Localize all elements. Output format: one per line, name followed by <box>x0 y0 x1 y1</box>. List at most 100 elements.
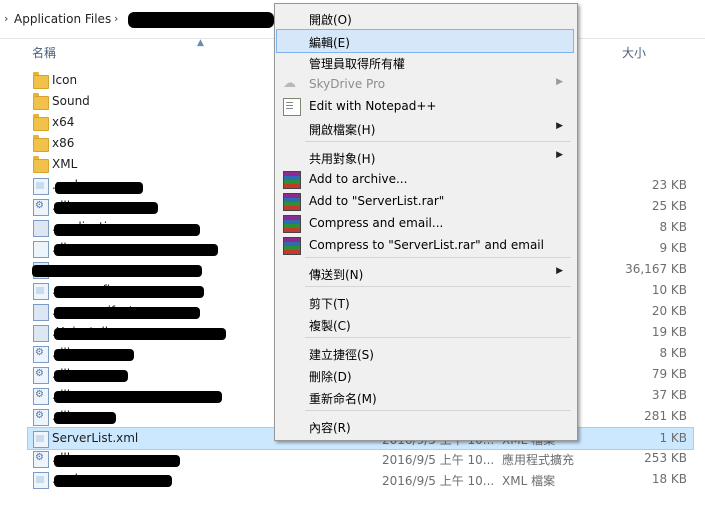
file-size: 8 KB <box>659 346 687 360</box>
dll-file-icon <box>33 388 49 405</box>
context-menu: 開啟(O) 編輯(E) 管理員取得所有權 ☁ SkyDrive Pro ▶ Edit wit… <box>274 3 578 441</box>
menu-item-label: Add to "ServerList.rar" <box>309 194 445 208</box>
file-size: 9 KB <box>659 241 687 255</box>
menu-item-add-to-archive[interactable]: Add to archive... <box>277 168 573 190</box>
menu-item-label: 管理員取得所有權 <box>309 57 406 71</box>
menu-item-compress-to-rar-and-email[interactable]: Compress to "ServerList.rar" and email <box>277 234 573 256</box>
menu-item-label: 內容(R) <box>309 421 351 435</box>
menu-item-add-to-serverlist-rar[interactable]: Add to "ServerList.rar" <box>277 190 573 212</box>
dll-file-icon <box>33 199 49 216</box>
file-size: 20 KB <box>651 304 687 318</box>
menu-item-label: 複製(C) <box>309 319 351 333</box>
file-type: 應用程式擴充 <box>502 453 575 467</box>
menu-item-label: 傳送到(N) <box>309 268 364 282</box>
redacted-file-name <box>54 224 200 236</box>
dll-file-icon <box>33 367 49 384</box>
menu-item-rename[interactable]: 重新命名(M) <box>277 386 573 408</box>
redacted-file-name <box>32 265 202 277</box>
breadcrumb-chevron-icon[interactable]: › <box>4 12 8 25</box>
menu-item-create-shortcut[interactable]: 建立捷徑(S) <box>277 342 573 364</box>
menu-separator <box>305 257 571 258</box>
menu-item-take-ownership[interactable]: 管理員取得所有權 <box>277 51 573 73</box>
menu-item-open-with[interactable]: 開啟檔案(H) ▶ <box>277 117 573 139</box>
menu-item-label: Compress and email... <box>309 216 444 230</box>
file-size: 8 KB <box>659 220 687 234</box>
winrar-icon <box>283 237 301 255</box>
file-name: x86 <box>52 136 75 150</box>
breadcrumb-chevron-icon[interactable]: › <box>114 12 118 25</box>
menu-separator <box>305 410 571 411</box>
redacted-file-name <box>54 307 200 319</box>
redacted-file-name <box>54 391 222 403</box>
file-size: 19 KB <box>651 325 687 339</box>
executable-file-icon <box>33 220 49 237</box>
file-name: ServerList.xml <box>52 431 139 445</box>
menu-item-properties[interactable]: 內容(R) <box>277 415 573 437</box>
menu-item-skydrive-pro: ☁ SkyDrive Pro ▶ <box>277 73 573 95</box>
menu-separator <box>305 286 571 287</box>
executable-file-icon <box>33 325 49 342</box>
submenu-arrow-icon: ▶ <box>556 121 563 131</box>
breadcrumb-application-files[interactable]: Application Files <box>14 12 111 26</box>
menu-item-edit[interactable]: 編輯(E) <box>276 29 574 53</box>
redacted-folder-name <box>128 12 274 28</box>
menu-item-copy[interactable]: 複製(C) <box>277 313 573 335</box>
menu-item-label: 刪除(D) <box>309 370 352 384</box>
redacted-file-name <box>54 202 158 214</box>
menu-item-label: Compress to "ServerList.rar" and email <box>309 238 544 252</box>
file-date: 2016/9/5 上午 10... <box>382 474 495 488</box>
menu-separator <box>305 337 571 338</box>
folder-icon <box>33 114 49 131</box>
menu-item-label: 重新命名(M) <box>309 392 377 406</box>
redacted-file-name <box>54 328 226 340</box>
file-name: Sound <box>52 94 90 108</box>
xml-file-icon <box>33 283 49 300</box>
sort-ascending-icon: ▲ <box>197 38 204 48</box>
menu-item-edit-with-notepad[interactable]: Edit with Notepad++ <box>277 95 573 117</box>
menu-item-label: Edit with Notepad++ <box>309 99 437 113</box>
menu-item-cut[interactable]: 剪下(T) <box>277 291 573 313</box>
dll-file-icon <box>33 409 49 426</box>
file-size: 23 KB <box>651 178 687 192</box>
menu-item-label: 共用對象(H) <box>309 152 376 166</box>
menu-separator <box>305 141 571 142</box>
file-icon <box>33 241 49 258</box>
folder-icon <box>33 72 49 89</box>
submenu-arrow-icon: ▶ <box>556 266 563 276</box>
menu-item-send-to[interactable]: 傳送到(N) ▶ <box>277 262 573 284</box>
file-name: XML <box>52 157 78 171</box>
redacted-file-name <box>54 370 128 382</box>
menu-item-open[interactable]: 開啟(O) <box>277 7 573 29</box>
redacted-file-name <box>54 412 116 424</box>
executable-file-icon <box>33 304 49 321</box>
menu-item-label: 建立捷徑(S) <box>309 348 374 362</box>
menu-item-label: 剪下(T) <box>309 297 350 311</box>
file-name: x64 <box>52 115 75 129</box>
file-size: 1 KB <box>659 431 687 445</box>
winrar-icon <box>283 171 301 189</box>
menu-item-label: 開啟(O) <box>309 13 352 27</box>
file-type: XML 檔案 <box>502 474 556 488</box>
redacted-file-name <box>54 286 204 298</box>
menu-item-label: Add to archive... <box>309 172 408 186</box>
winrar-icon <box>283 193 301 211</box>
menu-item-compress-and-email[interactable]: Compress and email... <box>277 212 573 234</box>
file-size: 25 KB <box>651 199 687 213</box>
column-header-name[interactable]: 名稱 <box>32 44 56 61</box>
menu-item-label: 編輯(E) <box>309 36 350 50</box>
redacted-file-name <box>54 349 134 361</box>
redacted-file-name <box>54 475 172 487</box>
menu-item-label: SkyDrive Pro <box>309 77 386 91</box>
column-header-size[interactable]: 大小 <box>622 44 646 61</box>
menu-item-share-with[interactable]: 共用對象(H) ▶ <box>277 146 573 168</box>
xml-file-icon <box>33 178 49 195</box>
xml-file-icon <box>33 431 49 448</box>
redacted-file-name <box>54 244 218 256</box>
file-name: Icon <box>52 73 78 87</box>
submenu-arrow-icon: ▶ <box>556 77 563 87</box>
file-date: 2016/9/5 上午 10... <box>382 453 495 467</box>
file-size: 18 KB <box>651 472 687 486</box>
file-size: 79 KB <box>651 367 687 381</box>
menu-item-delete[interactable]: 刪除(D) <box>277 364 573 386</box>
file-size: 10 KB <box>651 283 687 297</box>
